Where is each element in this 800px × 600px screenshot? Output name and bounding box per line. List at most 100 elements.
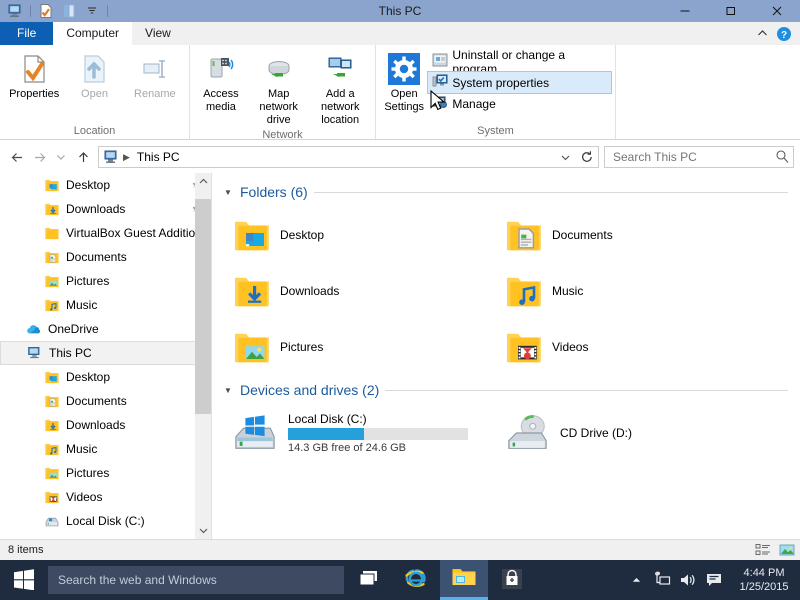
- taskbar-search-input[interactable]: Search the web and Windows: [58, 573, 217, 587]
- folder-tile-pictures[interactable]: Pictures: [220, 319, 492, 375]
- sidebar-item-videos[interactable]: Videos: [0, 485, 211, 509]
- volume-icon[interactable]: [676, 560, 700, 600]
- start-button[interactable]: [0, 560, 48, 600]
- sidebar-item-documents[interactable]: Documents: [0, 389, 211, 413]
- sidebar-item-music[interactable]: Music: [0, 437, 211, 461]
- drive-tile-local-disk-c[interactable]: Local Disk (C:) 14.3 GB free of 24.6 GB: [220, 405, 492, 461]
- taskbar-search-box[interactable]: Search the web and Windows: [48, 566, 344, 594]
- tab-strip-filler: [183, 22, 752, 45]
- sidebar-item-local-disk-c[interactable]: Local Disk (C:): [0, 509, 211, 533]
- open-settings-button[interactable]: Open Settings: [380, 49, 428, 114]
- address-dropdown-button[interactable]: [554, 147, 576, 167]
- folder-tile-label: Documents: [552, 228, 613, 242]
- drive-info: Local Disk (C:) 14.3 GB free of 24.6 GB: [288, 412, 468, 454]
- breadcrumb-item-this-pc[interactable]: This PC: [134, 150, 183, 164]
- sidebar-item-pictures[interactable]: Pictures: [0, 461, 211, 485]
- drive-capacity-text: 14.3 GB free of 24.6 GB: [288, 442, 407, 454]
- task-view-button[interactable]: [344, 560, 392, 600]
- folder-tile-documents[interactable]: Documents: [492, 207, 764, 263]
- chevron-up-icon[interactable]: [752, 23, 772, 45]
- breadcrumb[interactable]: ▶ This PC: [99, 149, 554, 165]
- network-icon[interactable]: [650, 560, 674, 600]
- folder-pictures-icon: [42, 273, 62, 289]
- sidebar-item-desktop[interactable]: Desktop: [0, 173, 211, 197]
- sidebar-item-downloads[interactable]: Downloads: [0, 197, 211, 221]
- clock[interactable]: 4:44 PM 1/25/2015: [728, 560, 800, 600]
- details-view-button[interactable]: [752, 540, 774, 560]
- tab-computer[interactable]: Computer: [53, 22, 133, 45]
- scrollbar-thumb[interactable]: [195, 199, 211, 414]
- restore-button[interactable]: [708, 0, 754, 22]
- store-icon: [500, 567, 524, 594]
- folder-documents-icon: [42, 393, 62, 409]
- large-icons-view-button[interactable]: [776, 540, 798, 560]
- recent-locations-button[interactable]: [50, 145, 72, 169]
- sidebar-item-virtualbox-guest-additions[interactable]: VirtualBox Guest Additions: [0, 221, 211, 245]
- show-hidden-icons-button[interactable]: [624, 560, 648, 600]
- status-bar: 8 items: [0, 539, 800, 560]
- folder-tile-music[interactable]: Music: [492, 263, 764, 319]
- folder-tile-label: Desktop: [280, 228, 325, 242]
- navigation-scrollbar[interactable]: [195, 173, 211, 539]
- sidebar-item-desktop[interactable]: Desktop: [0, 365, 211, 389]
- tab-file[interactable]: File: [0, 22, 54, 45]
- search-input[interactable]: Search This PC: [609, 150, 775, 164]
- sidebar-item-pictures[interactable]: Pictures: [0, 269, 211, 293]
- folder-tile-desktop[interactable]: Desktop: [220, 207, 492, 263]
- internet-explorer-button[interactable]: [392, 560, 440, 600]
- open-button[interactable]: Open: [64, 49, 124, 101]
- breadcrumb-separator-icon[interactable]: ▶: [121, 152, 132, 163]
- sidebar-item-music[interactable]: Music: [0, 293, 211, 317]
- sidebar-item-label: This PC: [49, 346, 92, 360]
- drives-section-header[interactable]: ▼ Devices and drives (2): [220, 379, 800, 401]
- this-pc-icon[interactable]: [5, 1, 25, 21]
- scroll-down-button[interactable]: [195, 522, 211, 539]
- layout-icon[interactable]: [59, 1, 79, 21]
- sidebar-item-documents[interactable]: Documents: [0, 245, 211, 269]
- minimize-button[interactable]: [662, 0, 708, 22]
- access-media-button[interactable]: Access media: [194, 49, 248, 114]
- chevron-down-icon[interactable]: ▼: [224, 188, 234, 197]
- system-properties-label: System properties: [452, 75, 550, 90]
- search-icon[interactable]: [775, 149, 789, 166]
- folder-tile-label: Downloads: [280, 284, 340, 298]
- title-bar[interactable]: This PC: [0, 0, 800, 22]
- system-properties-button[interactable]: System properties: [427, 71, 612, 94]
- file-explorer-button[interactable]: [440, 560, 488, 600]
- properties-icon[interactable]: [36, 1, 56, 21]
- uninstall-or-change-a-program-button[interactable]: Uninstall or change a program: [428, 48, 611, 76]
- forward-button[interactable]: [28, 145, 50, 169]
- back-button[interactable]: [6, 145, 28, 169]
- properties-button[interactable]: Properties: [4, 49, 64, 101]
- store-button[interactable]: [488, 560, 536, 600]
- drive-tile-cd-drive-d[interactable]: CD Drive (D:): [492, 405, 764, 461]
- sidebar-item-onedrive[interactable]: OneDrive: [0, 317, 211, 341]
- folder-tile-videos[interactable]: Videos: [492, 319, 764, 375]
- system-small-buttons: Uninstall or change a program System pro…: [427, 48, 612, 114]
- tab-view[interactable]: View: [132, 22, 184, 45]
- folders-section-header[interactable]: ▼ Folders (6): [220, 181, 800, 203]
- chevron-down-icon[interactable]: ▼: [224, 386, 234, 395]
- chevron-down-icon[interactable]: [82, 1, 102, 21]
- action-center-icon[interactable]: [702, 560, 726, 600]
- refresh-button[interactable]: [576, 147, 598, 167]
- local-disk-icon: [232, 410, 278, 456]
- rename-button[interactable]: Rename: [125, 49, 185, 101]
- scroll-up-button[interactable]: [195, 173, 211, 190]
- up-button[interactable]: [72, 145, 94, 169]
- manage-button[interactable]: Manage: [428, 93, 611, 114]
- sidebar-item-label: VirtualBox Guest Additions: [66, 226, 208, 240]
- sidebar-item-label: Desktop: [66, 370, 111, 384]
- sidebar-item-this-pc[interactable]: This PC: [0, 341, 211, 365]
- help-icon[interactable]: ?: [774, 23, 794, 45]
- sidebar-item-downloads[interactable]: Downloads: [0, 413, 211, 437]
- close-button[interactable]: [754, 0, 800, 22]
- address-bar[interactable]: ▶ This PC: [98, 146, 599, 168]
- add-network-location-button[interactable]: Add a network location: [309, 49, 371, 127]
- folder-videos-icon: [504, 327, 544, 367]
- folder-tile-downloads[interactable]: Downloads: [220, 263, 492, 319]
- search-box[interactable]: Search This PC: [604, 146, 794, 168]
- map-network-drive-button[interactable]: Map network drive: [248, 49, 310, 127]
- map-network-drive-label: Map network drive: [259, 88, 298, 126]
- section-divider: [385, 389, 788, 391]
